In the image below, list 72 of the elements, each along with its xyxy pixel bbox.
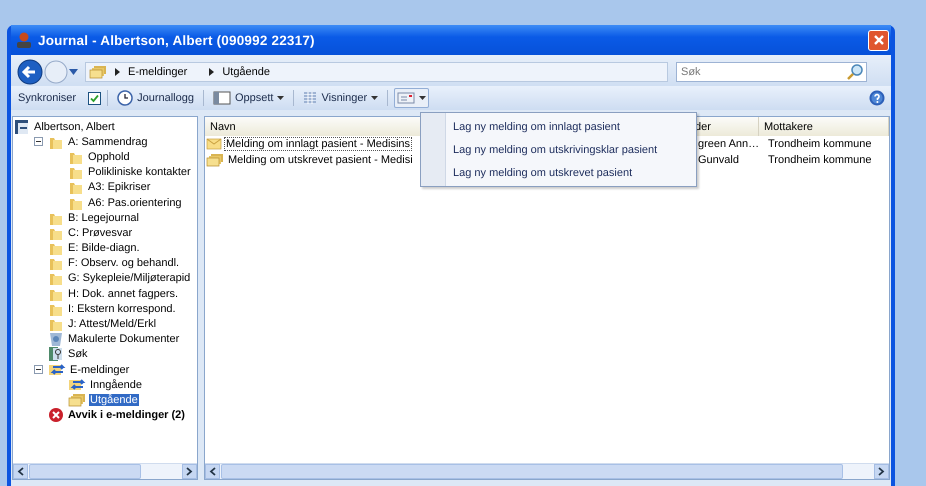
search-field[interactable]: Søk (676, 62, 867, 82)
table-cell-text: Trondheim kommune (767, 137, 873, 151)
tree-item[interactable]: E-meldinger (69, 364, 130, 376)
tree-item[interactable]: A6: Pas.orientering (87, 196, 183, 209)
scroll-left-icon[interactable] (13, 464, 28, 479)
scroll-left-icon[interactable] (205, 464, 220, 479)
breadcrumb-arrow-icon (115, 68, 120, 76)
table-cell[interactable]: Melding om innlagt pasient - Medisins (224, 137, 412, 151)
scroll-right-icon[interactable] (874, 464, 889, 479)
message-button[interactable] (394, 88, 430, 108)
sync-label: Synkroniser (18, 92, 76, 104)
breadcrumb-arrow-icon (209, 68, 214, 76)
breadcrumb[interactable]: E-meldinger (128, 66, 188, 78)
clock-icon (117, 90, 134, 106)
tree-item[interactable]: E: Bilde-diagn. (67, 242, 141, 254)
window-title: Journal - Albertson, Albert (090992 22317) (38, 32, 315, 48)
table-cell-text: green Ann… (697, 137, 760, 151)
mail-arrows-icon (68, 376, 86, 393)
tree-item[interactable]: Makulerte Dokumenter (67, 333, 180, 346)
tree-item[interactable]: Opphold (87, 150, 131, 163)
dropdown-arrow-icon (69, 69, 78, 75)
tree-item[interactable]: J: Attest/Meld/Erkl (67, 318, 158, 330)
close-button[interactable] (868, 30, 889, 50)
search-icon (48, 346, 64, 362)
collapse-box-icon[interactable] (34, 365, 43, 374)
tree-item[interactable]: Søk (67, 348, 89, 360)
mail-arrows-icon (48, 362, 66, 378)
menu-item[interactable]: Lag ny melding om utskrivingsklar pasient (421, 138, 696, 161)
toolbar-button[interactable]: Oppsett (210, 88, 288, 108)
horizontal-scrollbar[interactable] (13, 463, 197, 479)
message-icon (397, 91, 416, 105)
menu-item[interactable]: Lag ny melding om utskrevet pasient (421, 161, 696, 184)
table-cell[interactable]: Melding om utskrevet pasient - Medisi (226, 153, 415, 167)
tree-item[interactable]: H: Dok. annet fagpers. (67, 288, 180, 300)
horizontal-scrollbar[interactable] (205, 463, 889, 479)
column-header[interactable]: Mottakere (759, 117, 889, 136)
table-cell-text: Gunvald (697, 153, 740, 167)
envelopes-icon (68, 392, 86, 408)
address-field[interactable]: E-meldinger Utgående (85, 62, 668, 82)
toolbar-button[interactable]: Journallogg (114, 88, 197, 108)
tree-item[interactable]: Polikliniske kontakter (87, 166, 192, 178)
sync-checkbox[interactable] (88, 92, 102, 104)
tree-item[interactable]: Avvik i e-meldinger (2) (67, 409, 186, 422)
table-cell-text: Trondheim kommune (767, 153, 873, 167)
tree-item[interactable]: C: Prøvesvar (67, 226, 134, 239)
search-icon (847, 64, 863, 80)
user-icon (15, 31, 33, 49)
tree-item[interactable]: Albertson, Albert (33, 120, 116, 133)
envelopes-icon (89, 64, 107, 80)
back-button[interactable] (17, 59, 43, 85)
tree-item[interactable]: G: Sykepleie/Miljøterapid (67, 272, 192, 284)
panes-icon (212, 90, 231, 106)
toolbar-button[interactable]: Visninger (300, 88, 382, 108)
tree-item[interactable]: Utgående (89, 394, 139, 406)
collapse-box-icon[interactable] (34, 137, 43, 146)
tree-item[interactable]: F: Observ. og behandl. (67, 257, 180, 270)
bin-icon (48, 331, 64, 348)
tree-item[interactable]: I: Ekstern korrespond. (67, 302, 177, 315)
close-icon (872, 34, 884, 46)
error-icon (48, 407, 64, 424)
menu-item[interactable]: Lag ny melding om innlagt pasient (421, 115, 696, 138)
list-view-icon (303, 90, 318, 106)
tree-item[interactable]: Inngående (89, 378, 143, 391)
help-icon (869, 90, 885, 106)
tree-item[interactable]: A: Sammendrag (67, 136, 148, 148)
breadcrumb[interactable]: Utgående (222, 66, 270, 78)
patient-icon (14, 118, 30, 135)
scroll-right-icon[interactable] (182, 464, 197, 479)
tree-item[interactable]: A3: Epikriser (87, 181, 152, 194)
tree-item[interactable]: B: Legejournal (67, 212, 140, 224)
envelopes-icon (206, 152, 224, 168)
envelope-icon (206, 136, 222, 152)
